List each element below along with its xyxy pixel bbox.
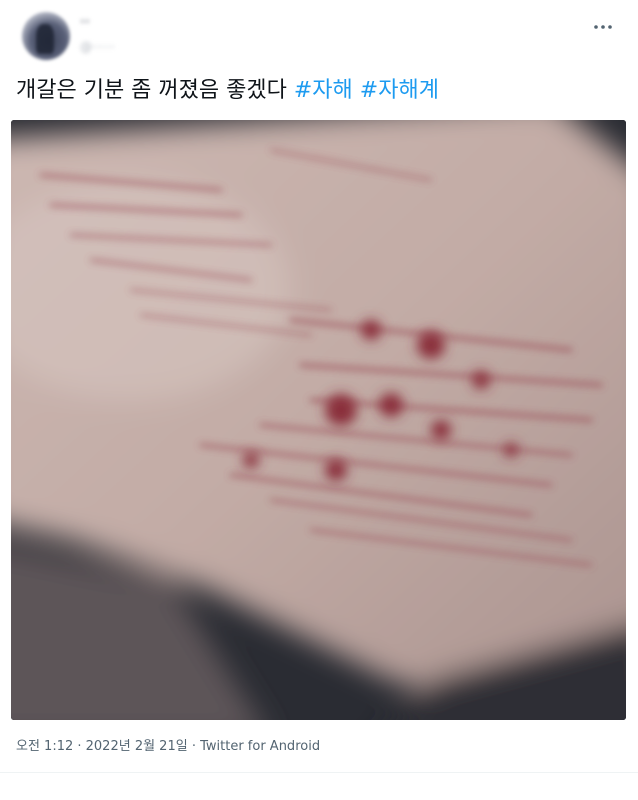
more-options-button[interactable] (590, 14, 616, 40)
author-info[interactable]: ·· @······ (80, 14, 200, 58)
tweet-card: ·· @······ 개갈은 기분 좀 꺼졌음 좋겠다 #자해 #자해계 오전 … (0, 0, 638, 800)
tweet-timestamp-link[interactable]: 오전 1:12 · 2022년 2월 21일 (16, 739, 188, 754)
hashtag-link[interactable]: #자해 (294, 78, 353, 103)
author-name[interactable]: ·· (80, 14, 200, 32)
meta-separator: · (187, 739, 201, 754)
tweet-text: 개갈은 기분 좀 꺼졌음 좋겠다 #자해 #자해계 (16, 76, 622, 106)
tweet-header: ·· @······ (14, 8, 624, 68)
author-avatar[interactable] (22, 12, 70, 60)
more-horizontal-icon (594, 25, 612, 29)
tweet-source-link[interactable]: Twitter for Android (200, 739, 320, 754)
hashtag-link[interactable]: #자해계 (360, 78, 439, 103)
divider (0, 772, 638, 773)
blurred-photo (11, 120, 626, 720)
tweet-media-image[interactable] (11, 120, 626, 720)
tweet-meta: 오전 1:12 · 2022년 2월 21일 · Twitter for And… (16, 737, 320, 757)
author-handle[interactable]: @······ (80, 38, 200, 56)
tweet-body-text: 개갈은 기분 좀 꺼졌음 좋겠다 (16, 78, 287, 103)
